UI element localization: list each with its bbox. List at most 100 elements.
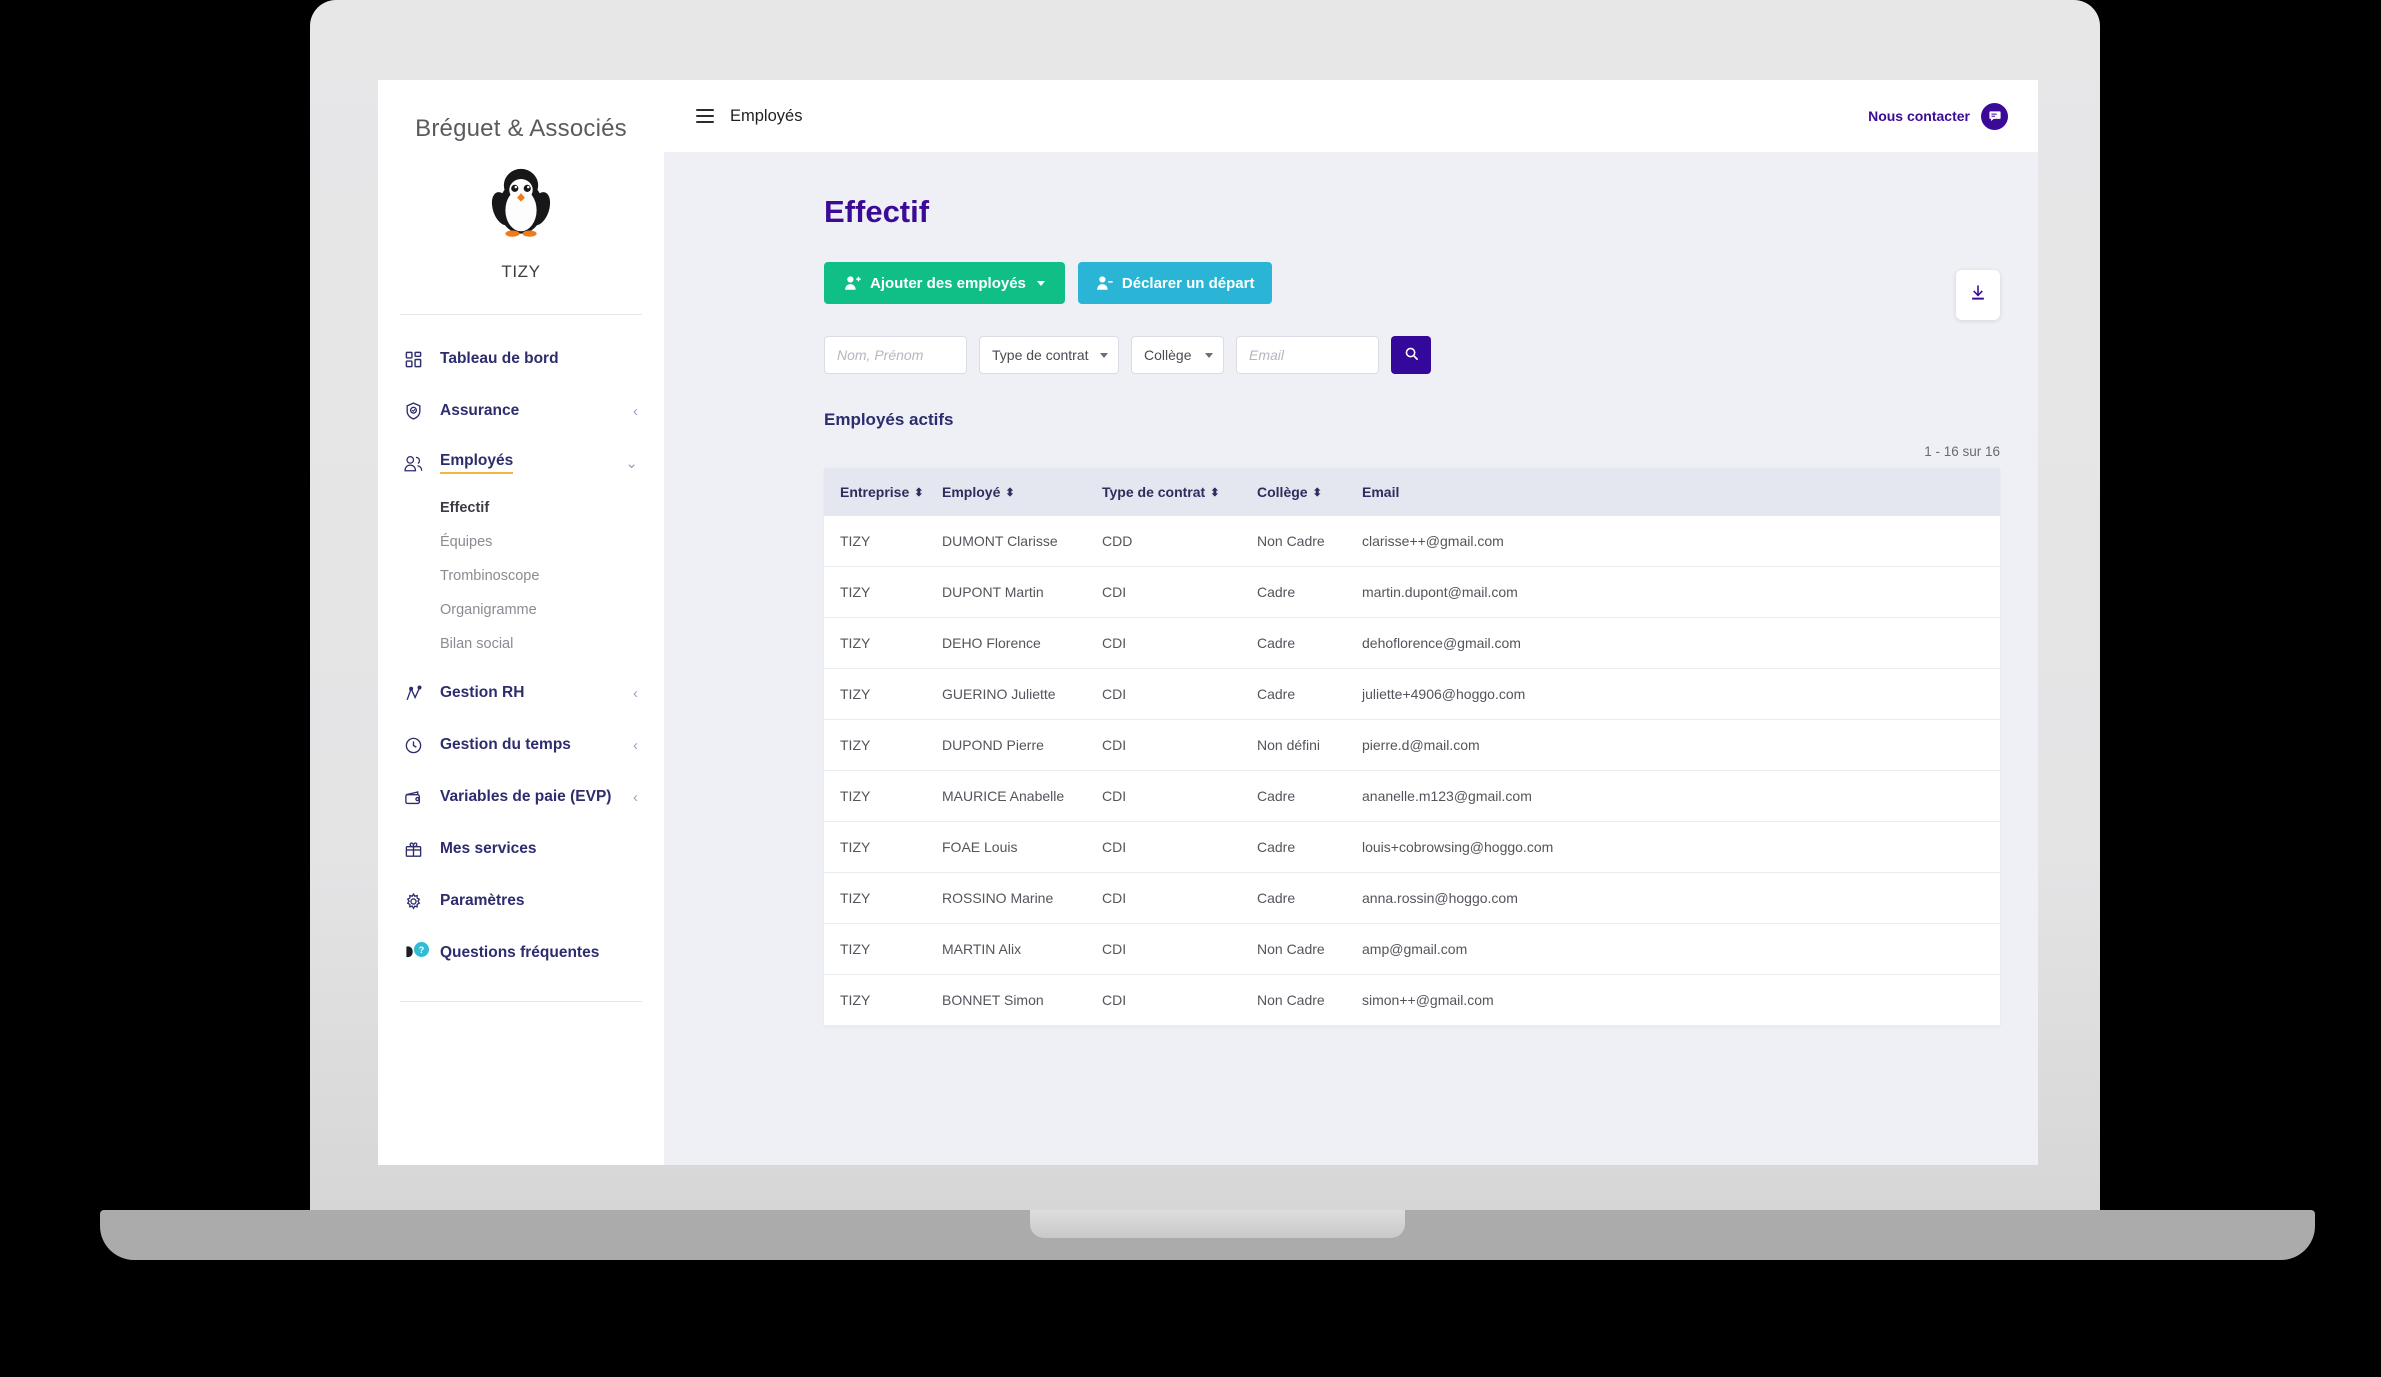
- hamburger-menu-icon[interactable]: [696, 109, 714, 123]
- cell-entreprise: TIZY: [824, 770, 942, 822]
- column-header-employe[interactable]: Employé ⬍: [942, 468, 1102, 516]
- column-header-email: Email: [1362, 468, 2000, 516]
- search-button[interactable]: [1391, 336, 1431, 374]
- cell-contrat: CDI: [1102, 923, 1257, 975]
- chevron-left-icon: ‹: [633, 684, 638, 702]
- sidebar-subitem-trombinoscope[interactable]: Trombinoscope: [378, 559, 664, 593]
- cell-email: louis+cobrowsing@hoggo.com: [1362, 821, 2000, 873]
- sidebar-item-label: Gestion RH: [440, 684, 525, 701]
- download-icon: [1969, 283, 1987, 308]
- chevron-left-icon: ‹: [633, 788, 638, 806]
- sidebar-item-assurance[interactable]: Assurance ‹: [378, 385, 664, 437]
- cell-contrat: CDI: [1102, 821, 1257, 873]
- column-header-type-de-contrat[interactable]: Type de contrat ⬍: [1102, 468, 1257, 516]
- sidebar-item-variables-de-paie[interactable]: Variables de paie (EVP) ‹: [378, 771, 664, 823]
- table-row: TIZY DEHO Florence CDI Cadre dehoflorence@gm…: [824, 617, 2000, 669]
- cell-contrat: CDI: [1102, 770, 1257, 822]
- topbar-title: Employés: [730, 106, 803, 125]
- shield-check-icon: [400, 398, 426, 424]
- table-row: TIZY MARTIN Alix CDI Non Cadre amp@gmail.com: [824, 923, 2000, 975]
- cell-employe[interactable]: ROSSINO Marine: [942, 872, 1102, 924]
- sidebar-divider-bottom: [400, 1001, 642, 1002]
- faq-badge: ?: [414, 942, 429, 957]
- sidebar-logo-wrapper: [378, 165, 664, 248]
- cell-college: Non défini: [1257, 719, 1362, 771]
- table-header-row: Entreprise ⬍ Employé ⬍ Type de contrat ⬍ Co…: [824, 468, 2000, 516]
- help-chat-icon: ?: [400, 940, 429, 966]
- cell-college: Cadre: [1257, 617, 1362, 669]
- cell-entreprise: TIZY: [824, 617, 942, 669]
- sidebar-item-label: Variables de paie (EVP): [440, 788, 612, 805]
- cell-entreprise: TIZY: [824, 974, 942, 1026]
- cell-email: juliette+4906@hoggo.com: [1362, 668, 2000, 720]
- cell-employe[interactable]: MAURICE Anabelle: [942, 770, 1102, 822]
- contact-us-button[interactable]: Nous contacter: [1868, 102, 2008, 130]
- cell-employe[interactable]: FOAE Louis: [942, 821, 1102, 873]
- column-label: Employé: [942, 484, 1001, 500]
- laptop-notch: [1030, 1210, 1405, 1238]
- pagination-info: 1 - 16 sur 16: [1924, 444, 2000, 459]
- sidebar-subitem-organigramme[interactable]: Organigramme: [378, 593, 664, 627]
- chevron-down-icon: ⌄: [625, 454, 638, 472]
- sidebar-item-label: Questions fréquentes: [440, 944, 600, 961]
- cell-employe[interactable]: BONNET Simon: [942, 974, 1102, 1026]
- sidebar-item-questions-frequentes[interactable]: ? Questions fréquentes: [378, 927, 664, 979]
- cell-contrat: CDI: [1102, 668, 1257, 720]
- cell-entreprise: TIZY: [824, 566, 942, 618]
- sidebar-item-employes[interactable]: Employés ⌄: [378, 437, 664, 489]
- column-header-college[interactable]: Collège ⬍: [1257, 468, 1362, 516]
- wallet-icon: [400, 784, 426, 810]
- table-heading: Employés actifs: [824, 410, 954, 429]
- sidebar-item-mes-services[interactable]: Mes services: [378, 823, 664, 875]
- dashboard-grid-icon: [400, 346, 426, 372]
- table-row: TIZY GUERINO Juliette CDI Cadre juliette+490…: [824, 668, 2000, 720]
- sidebar-item-parametres[interactable]: Paramètres: [378, 875, 664, 927]
- column-header-entreprise[interactable]: Entreprise ⬍: [824, 468, 942, 516]
- table-row: TIZY MAURICE Anabelle CDI Cadre ananelle.m12…: [824, 770, 2000, 822]
- action-buttons-row: Ajouter des employés Déclarer un départ: [824, 262, 2038, 304]
- cell-college: Non Cadre: [1257, 516, 1362, 567]
- declare-departure-label: Déclarer un départ: [1121, 274, 1255, 292]
- cell-employe[interactable]: DUMONT Clarisse: [942, 516, 1102, 567]
- cell-college: Cadre: [1257, 872, 1362, 924]
- cell-college: Non Cadre: [1257, 974, 1362, 1026]
- penguin-logo: [482, 165, 560, 243]
- cell-employe[interactable]: MARTIN Alix: [942, 923, 1102, 975]
- cell-college: Non Cadre: [1257, 923, 1362, 975]
- sidebar-subitem-effectif[interactable]: Effectif: [378, 491, 664, 525]
- download-button[interactable]: [1956, 270, 2000, 320]
- sidebar-item-gestion-rh[interactable]: Gestion RH ‹: [378, 667, 664, 719]
- add-employees-button[interactable]: Ajouter des employés: [824, 262, 1065, 304]
- column-label: Collège: [1257, 484, 1308, 500]
- topbar: Employés Nous contacter: [664, 80, 2038, 152]
- sidebar-item-tableau-de-bord[interactable]: Tableau de bord: [378, 333, 664, 385]
- sidebar-subitem-bilan-social[interactable]: Bilan social: [378, 627, 664, 661]
- chevron-down-icon: [1205, 352, 1213, 358]
- sidebar-item-gestion-du-temps[interactable]: Gestion du temps ‹: [378, 719, 664, 771]
- cell-employe[interactable]: DUPONT Martin: [942, 566, 1102, 618]
- cell-college: Cadre: [1257, 770, 1362, 822]
- college-select[interactable]: Collège: [1131, 336, 1224, 374]
- laptop-mockup: Bréguet & Associés TIZY Tableau de bord …: [0, 0, 2381, 1377]
- declare-departure-button[interactable]: Déclarer un départ: [1077, 262, 1273, 304]
- college-value: Collège: [1144, 347, 1192, 363]
- search-icon: [1404, 346, 1419, 364]
- chevron-left-icon: ‹: [633, 402, 638, 420]
- sort-icon: ⬍: [914, 487, 923, 499]
- chat-bubble-icon: [1981, 102, 2008, 130]
- people-group-icon: [400, 450, 426, 476]
- email-search-input[interactable]: [1236, 336, 1379, 374]
- cell-email: clarisse++@gmail.com: [1362, 516, 2000, 567]
- chevron-left-icon: ‹: [633, 736, 638, 754]
- employees-table: Entreprise ⬍ Employé ⬍ Type de contrat ⬍ Co…: [824, 468, 2000, 1026]
- cell-employe[interactable]: DEHO Florence: [942, 617, 1102, 669]
- contract-type-select[interactable]: Type de contrat: [979, 336, 1119, 374]
- cell-employe[interactable]: DUPOND Pierre: [942, 719, 1102, 771]
- table-row: TIZY DUPOND Pierre CDI Non défini pierre.d@m…: [824, 719, 2000, 771]
- cell-entreprise: TIZY: [824, 719, 942, 771]
- name-search-input[interactable]: [824, 336, 967, 374]
- cell-employe[interactable]: GUERINO Juliette: [942, 668, 1102, 720]
- sort-icon: ⬍: [1005, 487, 1014, 499]
- table-row: TIZY DUPONT Martin CDI Cadre martin.dupont@m…: [824, 566, 2000, 618]
- sidebar-subitem-equipes[interactable]: Équipes: [378, 525, 664, 559]
